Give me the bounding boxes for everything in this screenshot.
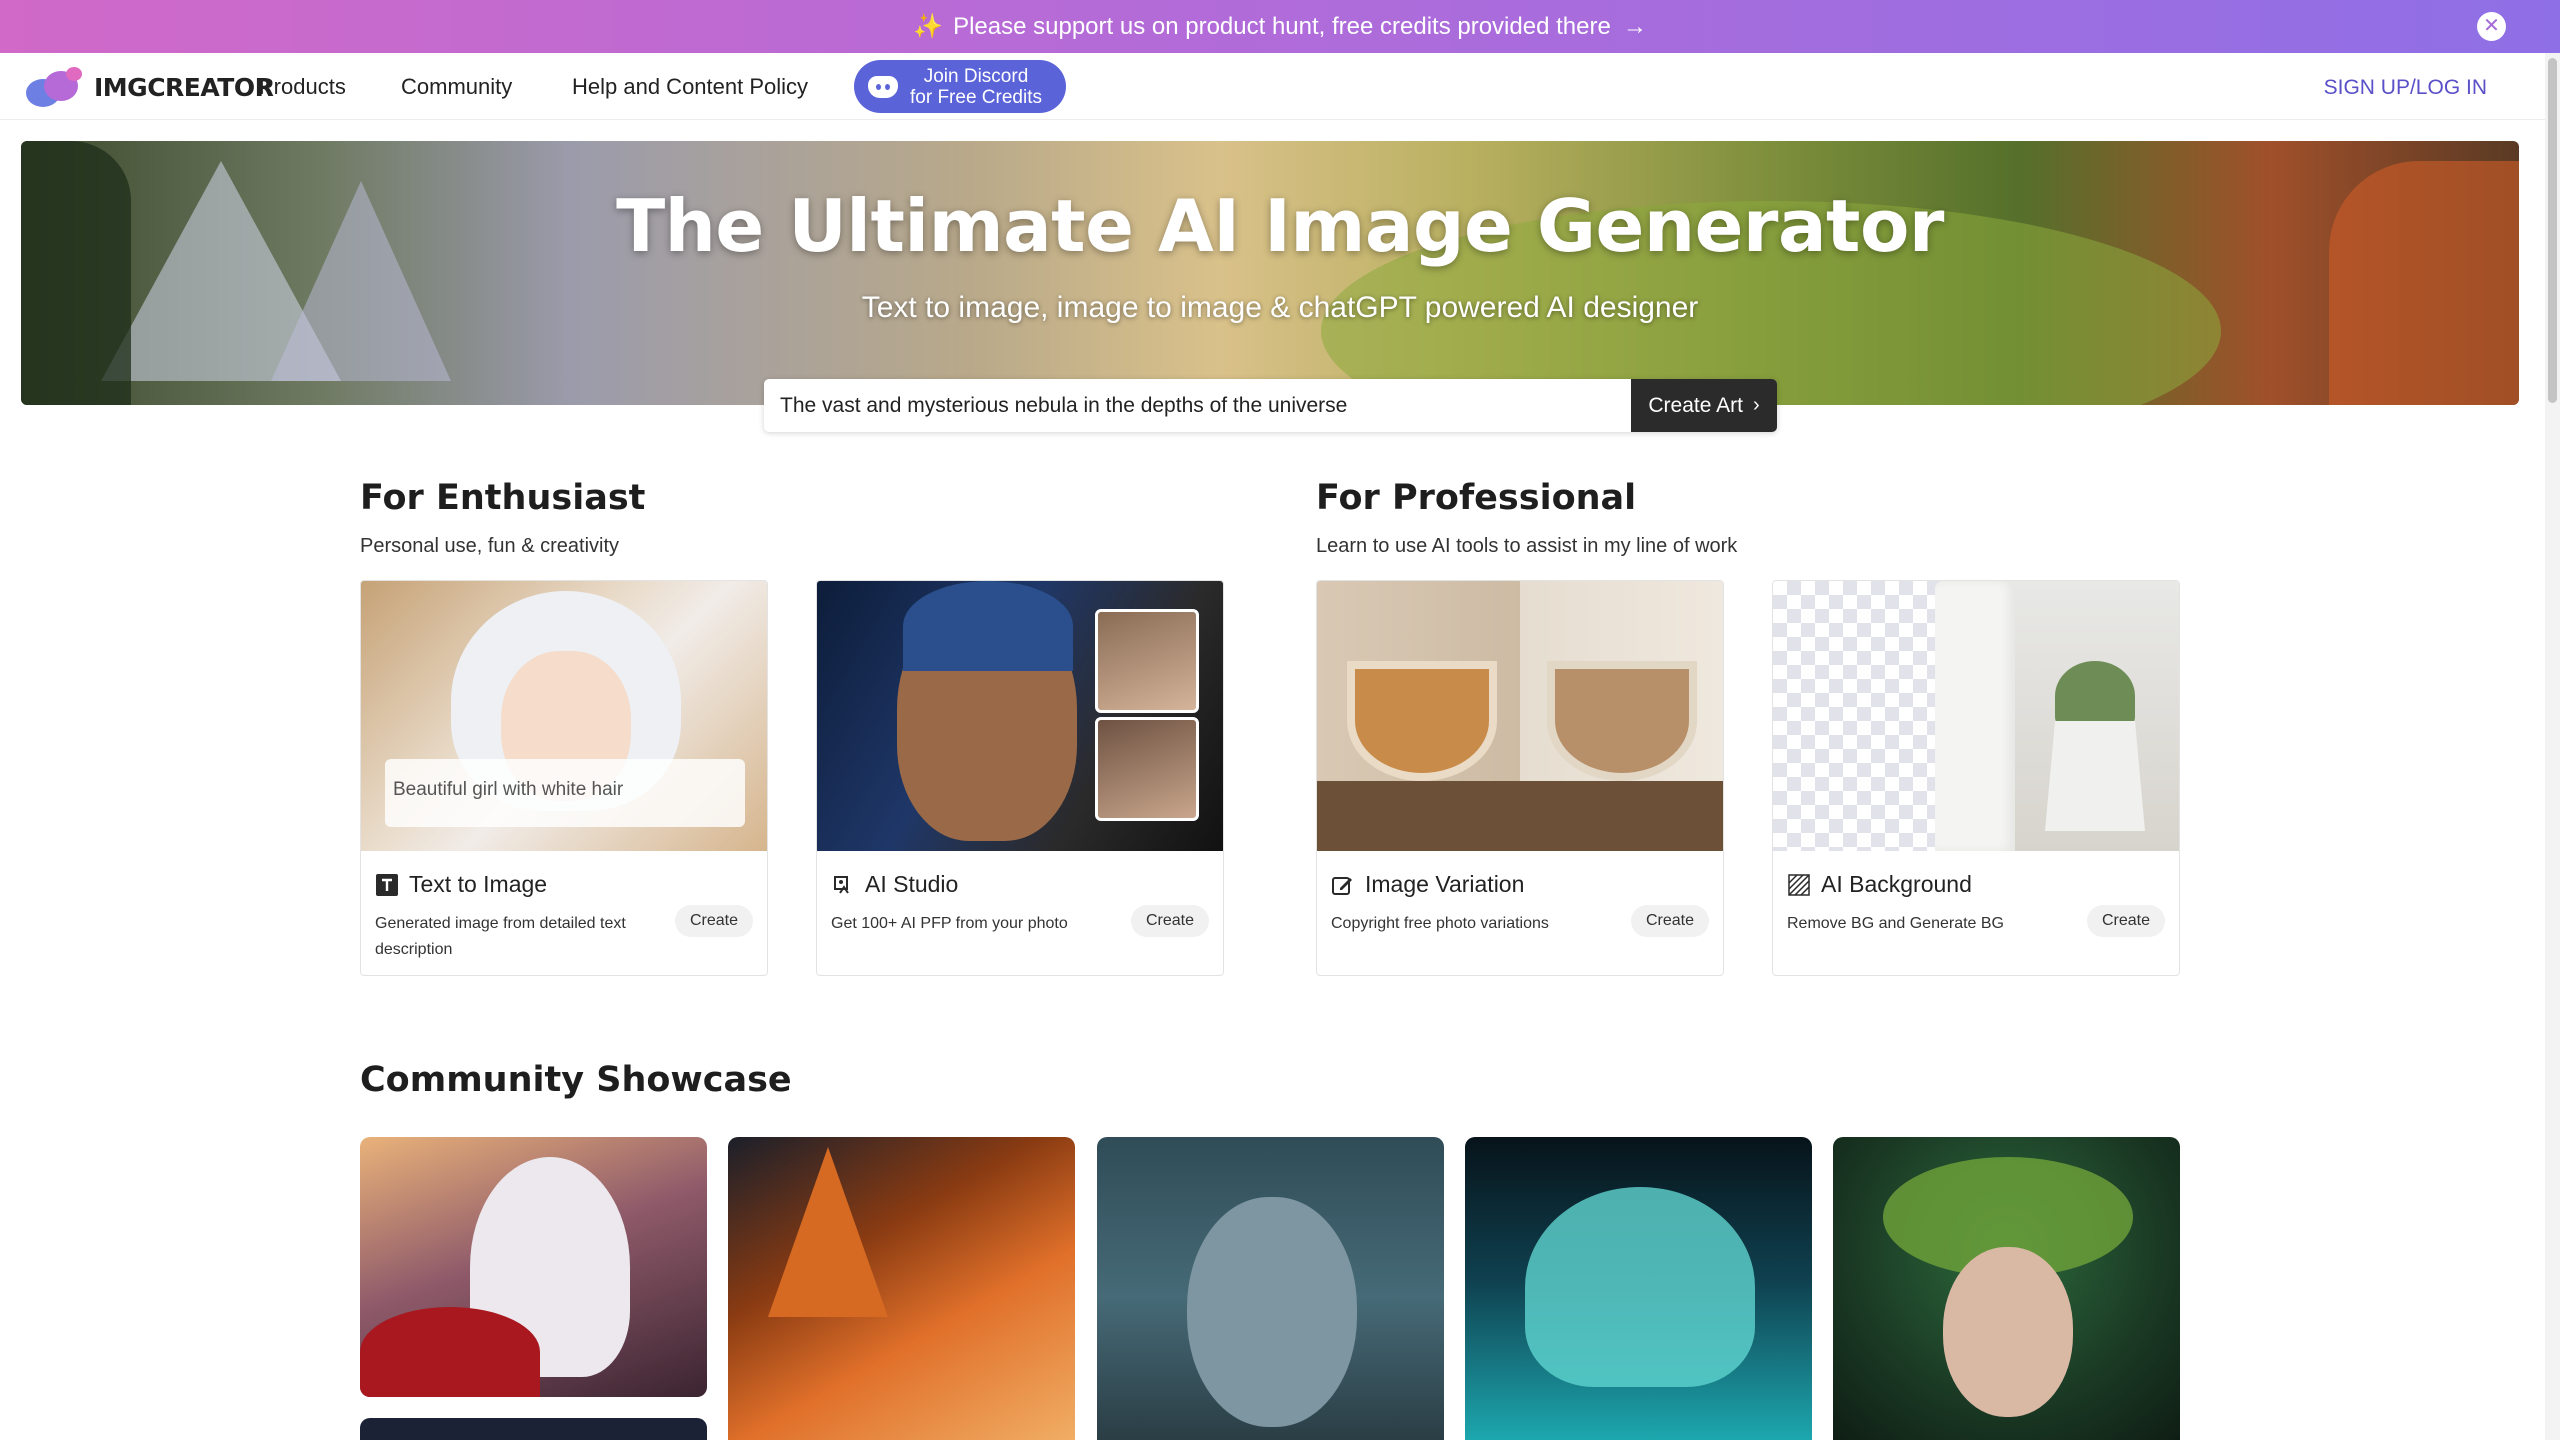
promo-banner[interactable]: ✨ Please support us on product hunt, fre… [0, 0, 2560, 53]
card-description: Generated image from detailed text descr… [375, 915, 626, 958]
background-icon [1787, 873, 1811, 897]
create-button[interactable]: Create [1630, 905, 1709, 937]
logo-text: IMGCREATOR [94, 72, 274, 102]
join-discord-button[interactable]: Join Discord for Free Credits [854, 60, 1066, 113]
card-ai-background[interactable]: AI Background Remove BG and Generate BG … [1772, 580, 2180, 976]
card-description: Copyright free photo variations [1331, 915, 1549, 932]
logo-mark-icon [26, 67, 86, 107]
edit-icon [1331, 873, 1355, 897]
create-art-button[interactable]: Create Art › [1631, 379, 1777, 432]
prompt-input[interactable] [764, 379, 1631, 432]
card-image-bottle [1773, 581, 2179, 851]
chevron-right-icon: › [1752, 394, 1760, 416]
prompt-search-bar: Create Art › [764, 379, 1777, 432]
card-image-portrait [817, 581, 1223, 851]
card-image-anime-girl: Beautiful girl with white hair [361, 581, 767, 851]
logo[interactable]: IMGCREATOR [26, 67, 274, 107]
showcase-item[interactable] [728, 1137, 1075, 1440]
showcase-item[interactable] [1097, 1137, 1444, 1440]
section-title-professional: For Professional [1316, 478, 1637, 518]
section-subtitle-enthusiast: Personal use, fun & creativity [360, 535, 620, 557]
discord-icon [868, 75, 898, 98]
showcase-item[interactable] [1465, 1137, 1812, 1440]
sparkle-icon: ✨ [913, 13, 944, 40]
arrow-right-icon[interactable]: → [1623, 13, 1647, 41]
card-title: AI Studio [865, 871, 959, 897]
create-button[interactable]: Create [1130, 905, 1209, 937]
showcase-item[interactable] [360, 1137, 707, 1397]
nav-link-community[interactable]: Community [401, 74, 512, 100]
card-title: AI Background [1821, 871, 1972, 897]
text-icon [375, 873, 399, 897]
top-navigation: IMGCREATOR Products Community Help and C… [0, 53, 2545, 120]
card-image-coffee [1317, 581, 1723, 851]
hero-banner [21, 141, 2519, 405]
showcase-item[interactable] [1833, 1137, 2180, 1440]
hero-subtitle: Text to image, image to image & chatGPT … [861, 291, 1699, 324]
hero-title: The Ultimate AI Image Generator [616, 184, 1944, 268]
section-title-showcase: Community Showcase [360, 1060, 792, 1100]
card-ai-studio[interactable]: AI Studio Get 100+ AI PFP from your phot… [816, 580, 1224, 976]
create-button[interactable]: Create [2086, 905, 2165, 937]
card-description: Get 100+ AI PFP from your photo [831, 915, 1068, 932]
section-subtitle-professional: Learn to use AI tools to assist in my li… [1316, 535, 1738, 557]
card-text-to-image[interactable]: Beautiful girl with white hair Text to I… [360, 580, 768, 976]
close-icon[interactable]: ✕ [2477, 12, 2506, 41]
nav-link-help[interactable]: Help and Content Policy [572, 74, 808, 100]
discord-line-1: Join Discord [923, 65, 1029, 87]
prompt-caption: Beautiful girl with white hair [385, 759, 745, 827]
promo-text[interactable]: Please support us on product hunt, free … [953, 13, 1611, 41]
create-button[interactable]: Create [674, 905, 753, 937]
nav-link-products[interactable]: Products [259, 74, 346, 100]
card-title: Image Variation [1365, 871, 1525, 897]
showcase-item[interactable] [360, 1418, 707, 1440]
card-description: Remove BG and Generate BG [1787, 915, 2004, 932]
discord-line-2: for Free Credits [910, 86, 1042, 108]
signup-login-link[interactable]: SIGN UP/LOG IN [2324, 76, 2487, 100]
card-image-variation[interactable]: Image Variation Copyright free photo var… [1316, 580, 1724, 976]
create-art-label: Create Art [1648, 393, 1743, 417]
studio-icon [831, 873, 855, 897]
card-title: Text to Image [409, 871, 548, 897]
section-title-enthusiast: For Enthusiast [360, 478, 646, 518]
